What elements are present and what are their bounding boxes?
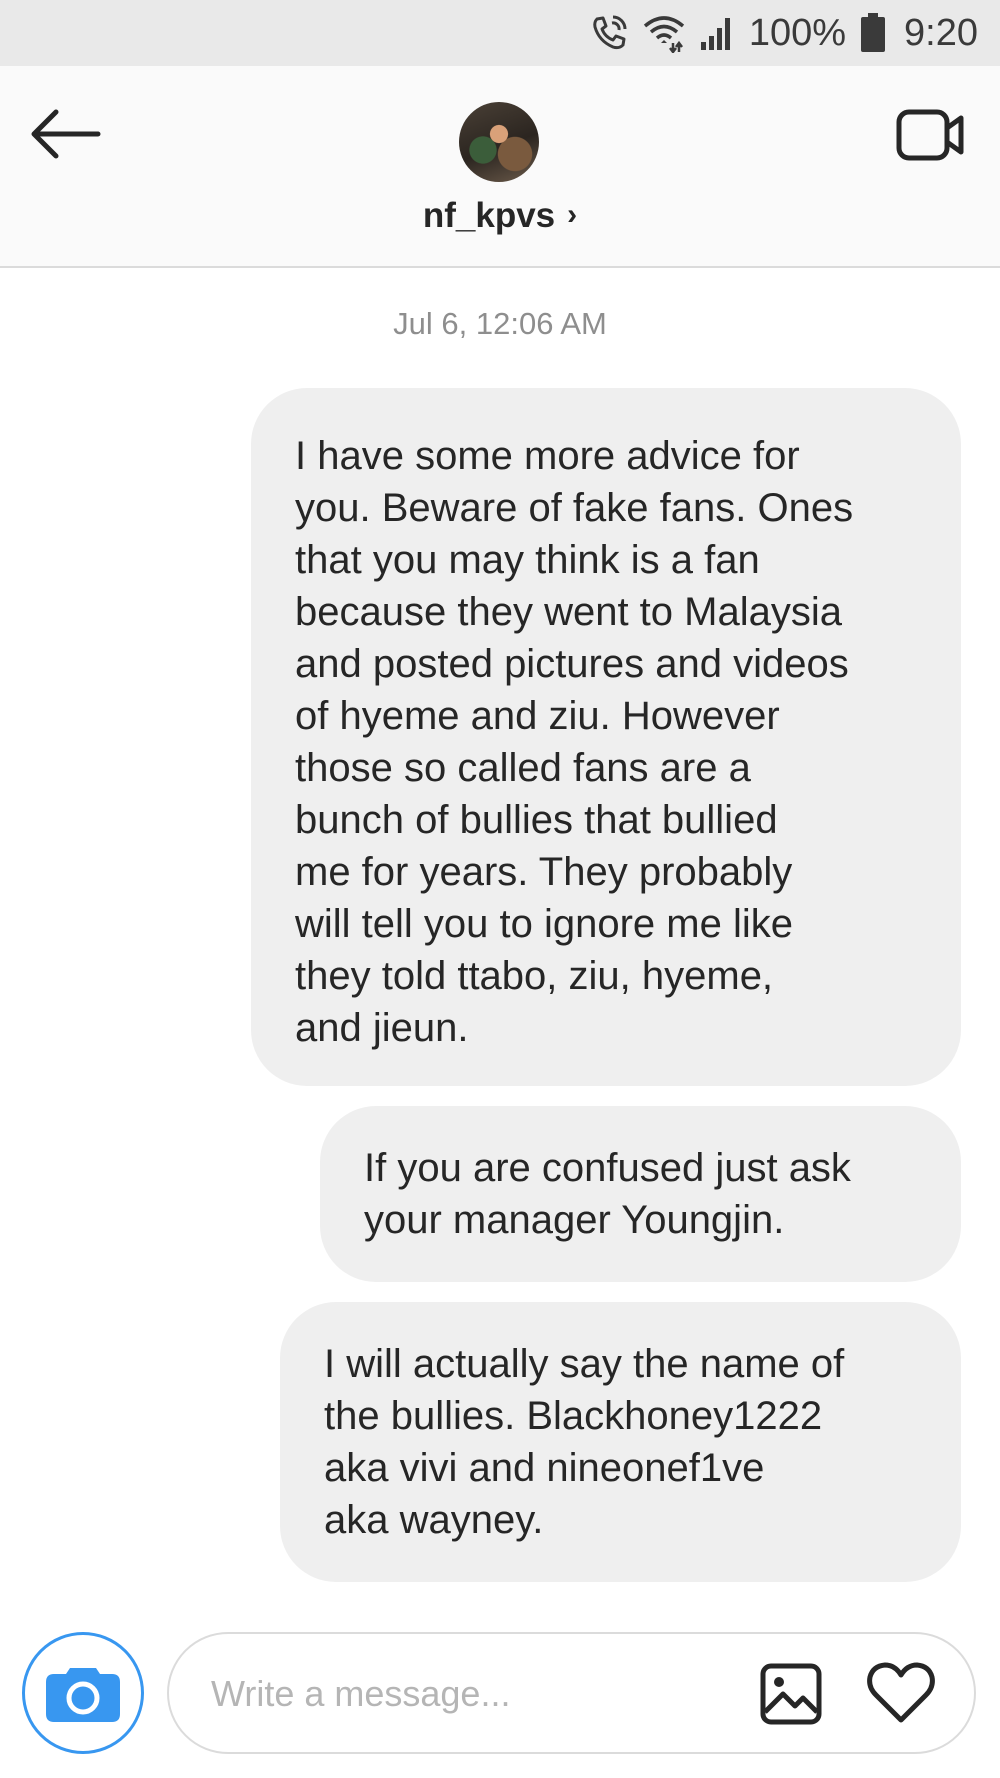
message-line: you. Beware of fake fans. Ones [295,486,854,530]
gallery-icon [760,1663,822,1725]
camera-icon [46,1668,120,1722]
message-line: If you are confused just ask [364,1146,851,1190]
avatar[interactable] [459,102,539,182]
message-input[interactable] [211,1664,701,1724]
profile-link[interactable]: nf_kpvs › [0,196,1000,236]
gallery-button[interactable] [759,1662,823,1726]
battery-percent: 100% [748,11,847,54]
message-line: that you may think is a fan [295,538,760,582]
message-line: I have some more advice for [295,434,800,478]
message-composer [167,1632,976,1754]
conversation-header: nf_kpvs › [0,66,1000,268]
video-call-icon [896,109,964,161]
signal-icon [699,14,735,52]
message-bubble[interactable]: I have some more advice for you. Beware … [251,388,961,1086]
chevron-right-icon: › [567,198,578,231]
message-bubble[interactable]: If you are confused just ask your manage… [320,1106,961,1282]
direct-message-screen: 100% 9:20 nf_kpvs › Jul 6, 12:06 AM I ha… [0,0,1000,1778]
message-line: because they went to Malaysia [295,590,842,634]
message-line: aka wayney. [324,1498,544,1542]
message-bubble[interactable]: I will actually say the name of the bull… [280,1302,961,1582]
message-line: and posted pictures and videos [295,642,849,686]
message-line: your manager Youngjin. [364,1198,785,1242]
back-arrow-icon [31,109,101,159]
wifi-calling-icon [589,13,629,53]
like-button[interactable] [866,1660,936,1726]
message-line: and jieun. [295,1006,469,1050]
wifi-icon [643,13,685,53]
camera-button[interactable] [22,1632,144,1754]
thread-timestamp: Jul 6, 12:06 AM [393,306,607,341]
battery-icon [860,13,886,53]
username: nf_kpvs [422,196,556,235]
status-bar: 100% 9:20 [0,0,1000,66]
heart-icon [867,1662,935,1723]
message-line: they told ttabo, ziu, hyeme, [295,954,774,998]
message-line: of hyeme and ziu. However [295,694,780,738]
video-call-button[interactable] [896,106,966,164]
message-line: the bullies. Blackhoney1222 [324,1394,823,1438]
message-line: those so called fans are a [295,746,751,790]
back-button[interactable] [28,106,104,162]
message-line: me for years. They probably [295,850,793,894]
message-line: bunch of bullies that bullied [295,798,778,842]
message-line: I will actually say the name of [324,1342,845,1386]
clock: 9:20 [904,11,978,54]
message-line: will tell you to ignore me like [295,902,793,946]
message-line: aka vivi and nineonef1ve [324,1446,765,1490]
